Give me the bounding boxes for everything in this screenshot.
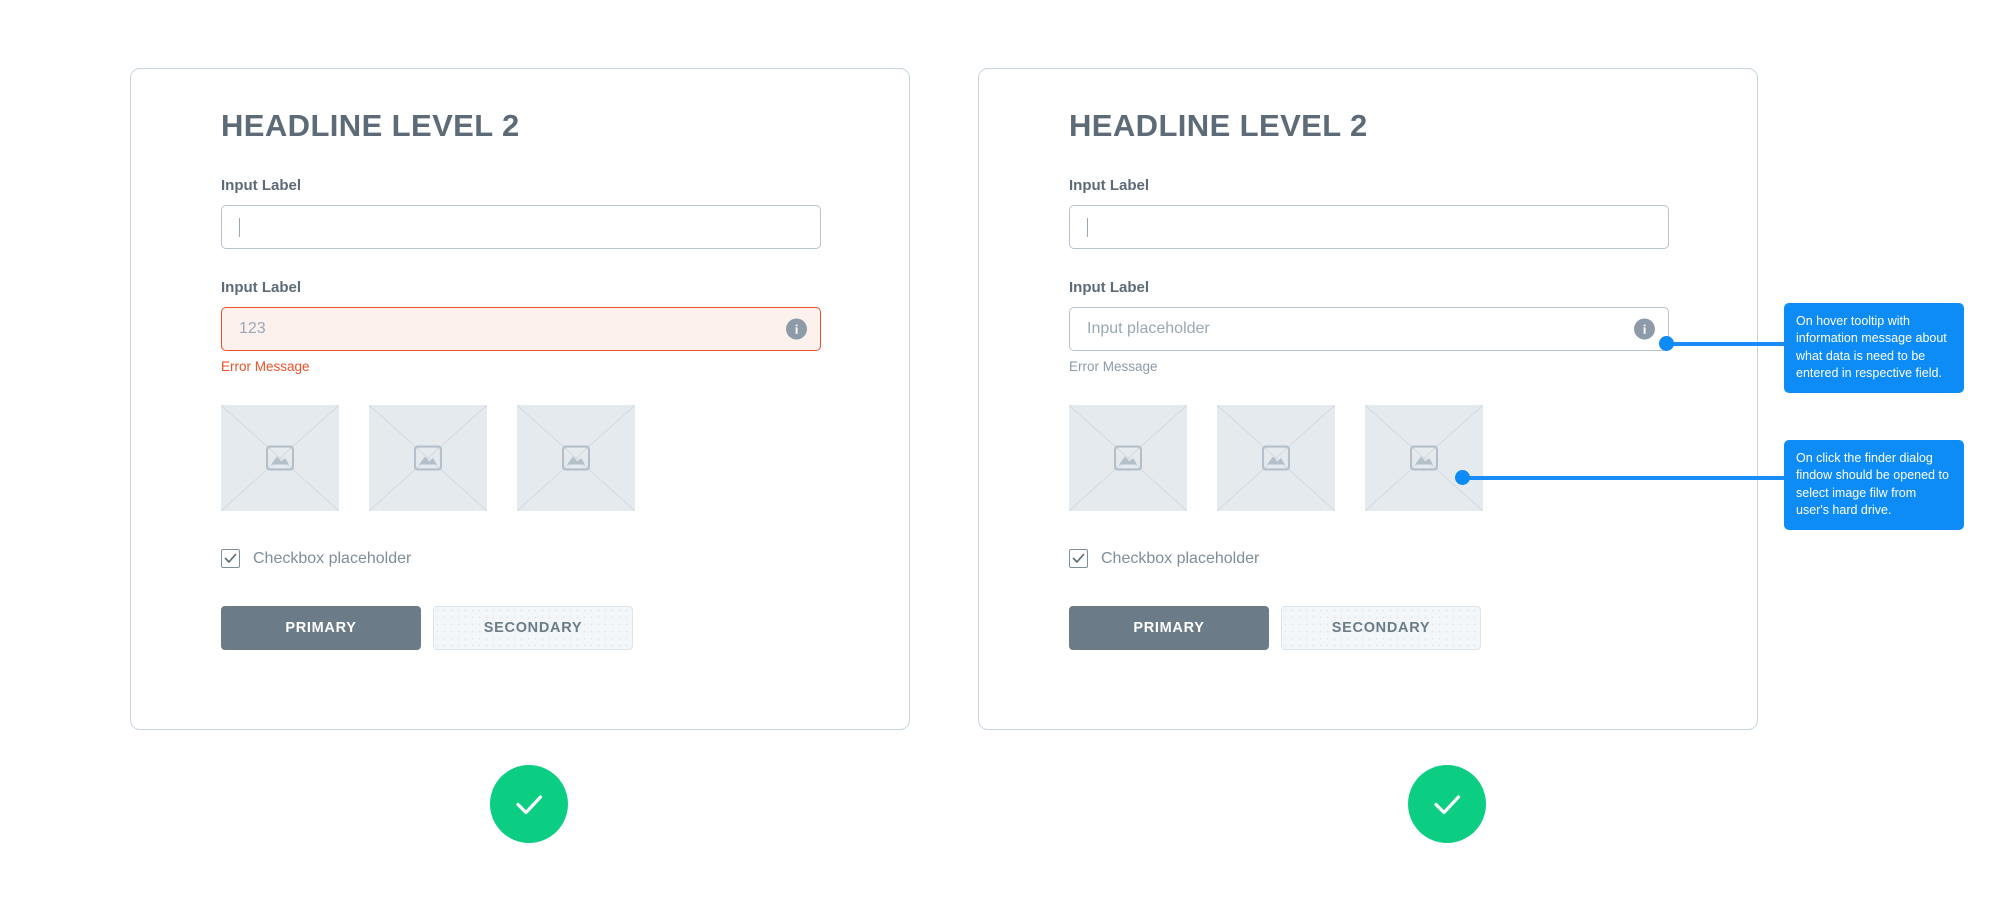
thumbnail-1[interactable] — [221, 405, 339, 512]
check-icon — [1434, 795, 1461, 815]
image-placeholder-icon — [1410, 445, 1438, 471]
annotation-anchor-dot-2 — [1455, 470, 1470, 485]
page-title: HEADLINE LEVEL 2 — [221, 108, 520, 143]
check-icon — [1072, 553, 1085, 564]
image-placeholder-icon — [562, 445, 590, 471]
text-input-2[interactable]: Input placeholder — [1069, 307, 1669, 352]
success-badge-right — [1408, 765, 1486, 843]
thumbnail-3[interactable] — [517, 405, 635, 512]
checkbox-row[interactable]: Checkbox placeholder — [221, 549, 821, 569]
checkbox-input[interactable] — [221, 549, 240, 569]
input-wrapper: Input placeholder i — [1069, 307, 1669, 352]
thumbnail-3[interactable] — [1365, 405, 1483, 512]
primary-button[interactable]: PRIMARY — [221, 606, 421, 651]
input-label: Input Label — [221, 279, 301, 297]
input-wrapper: 123 i — [221, 307, 821, 352]
form-field-1: Input Label — [221, 177, 821, 250]
input-wrapper — [1069, 205, 1669, 250]
button-row: PRIMARY SECONDARY — [1069, 606, 1669, 651]
annotation-leader-line-2 — [1463, 475, 1786, 480]
checkbox-label: Checkbox placeholder — [1101, 549, 1260, 567]
image-placeholder-icon — [266, 445, 294, 471]
info-icon[interactable]: i — [1634, 318, 1655, 340]
image-placeholder-icon — [414, 445, 442, 471]
form-field-2: Input Label Input placeholder i Error Me… — [1069, 279, 1669, 375]
annotation-anchor-dot-1 — [1659, 336, 1674, 351]
input-label: Input Label — [1069, 177, 1149, 195]
form-field-2: Input Label 123 i Error Message — [221, 279, 821, 375]
image-placeholder-icon — [1262, 445, 1290, 471]
input-wrapper — [221, 205, 821, 250]
annotation-tooltip-2: On click the finder dialog findow should… — [1784, 440, 1964, 530]
form-card-left: HEADLINE LEVEL 2 Input Label Input Label… — [130, 68, 910, 730]
image-upload-row — [1069, 405, 1669, 512]
annotation-leader-line-1 — [1668, 341, 1786, 346]
form-field-1: Input Label — [1069, 177, 1669, 250]
form-card-right: HEADLINE LEVEL 2 Input Label Input Label… — [978, 68, 1758, 730]
card-content-right: HEADLINE LEVEL 2 Input Label Input Label… — [1069, 108, 1669, 651]
text-caret — [1087, 217, 1088, 237]
text-input-2-error[interactable]: 123 — [221, 307, 821, 352]
card-content-left: HEADLINE LEVEL 2 Input Label Input Label… — [221, 108, 821, 651]
text-input-1[interactable] — [221, 205, 821, 250]
page-title: HEADLINE LEVEL 2 — [1069, 108, 1368, 143]
error-message: Error Message — [221, 359, 310, 375]
text-input-1[interactable] — [1069, 205, 1669, 250]
checkbox-row[interactable]: Checkbox placeholder — [1069, 549, 1669, 569]
error-message: Error Message — [1069, 359, 1158, 375]
primary-button[interactable]: PRIMARY — [1069, 606, 1269, 651]
thumbnail-2[interactable] — [369, 405, 487, 512]
check-icon — [224, 553, 237, 564]
image-placeholder-icon — [1114, 445, 1142, 471]
annotation-tooltip-1: On hover tooltip with information messag… — [1784, 303, 1964, 393]
image-upload-row — [221, 405, 821, 512]
check-icon — [516, 795, 543, 815]
input-placeholder-text: Input placeholder — [1087, 320, 1210, 338]
wireframe-canvas: HEADLINE LEVEL 2 Input Label Input Label… — [0, 0, 2000, 900]
success-badge-left — [490, 765, 568, 843]
checkbox-label: Checkbox placeholder — [253, 549, 412, 567]
input-placeholder-text: 123 — [239, 320, 266, 338]
input-label: Input Label — [1069, 279, 1149, 297]
button-row: PRIMARY SECONDARY — [221, 606, 821, 651]
info-icon[interactable]: i — [786, 318, 807, 340]
thumbnail-1[interactable] — [1069, 405, 1187, 512]
thumbnail-2[interactable] — [1217, 405, 1335, 512]
checkbox-input[interactable] — [1069, 549, 1088, 569]
secondary-button[interactable]: SECONDARY — [433, 606, 633, 651]
secondary-button[interactable]: SECONDARY — [1281, 606, 1481, 651]
text-caret — [239, 217, 240, 237]
input-label: Input Label — [221, 177, 301, 195]
